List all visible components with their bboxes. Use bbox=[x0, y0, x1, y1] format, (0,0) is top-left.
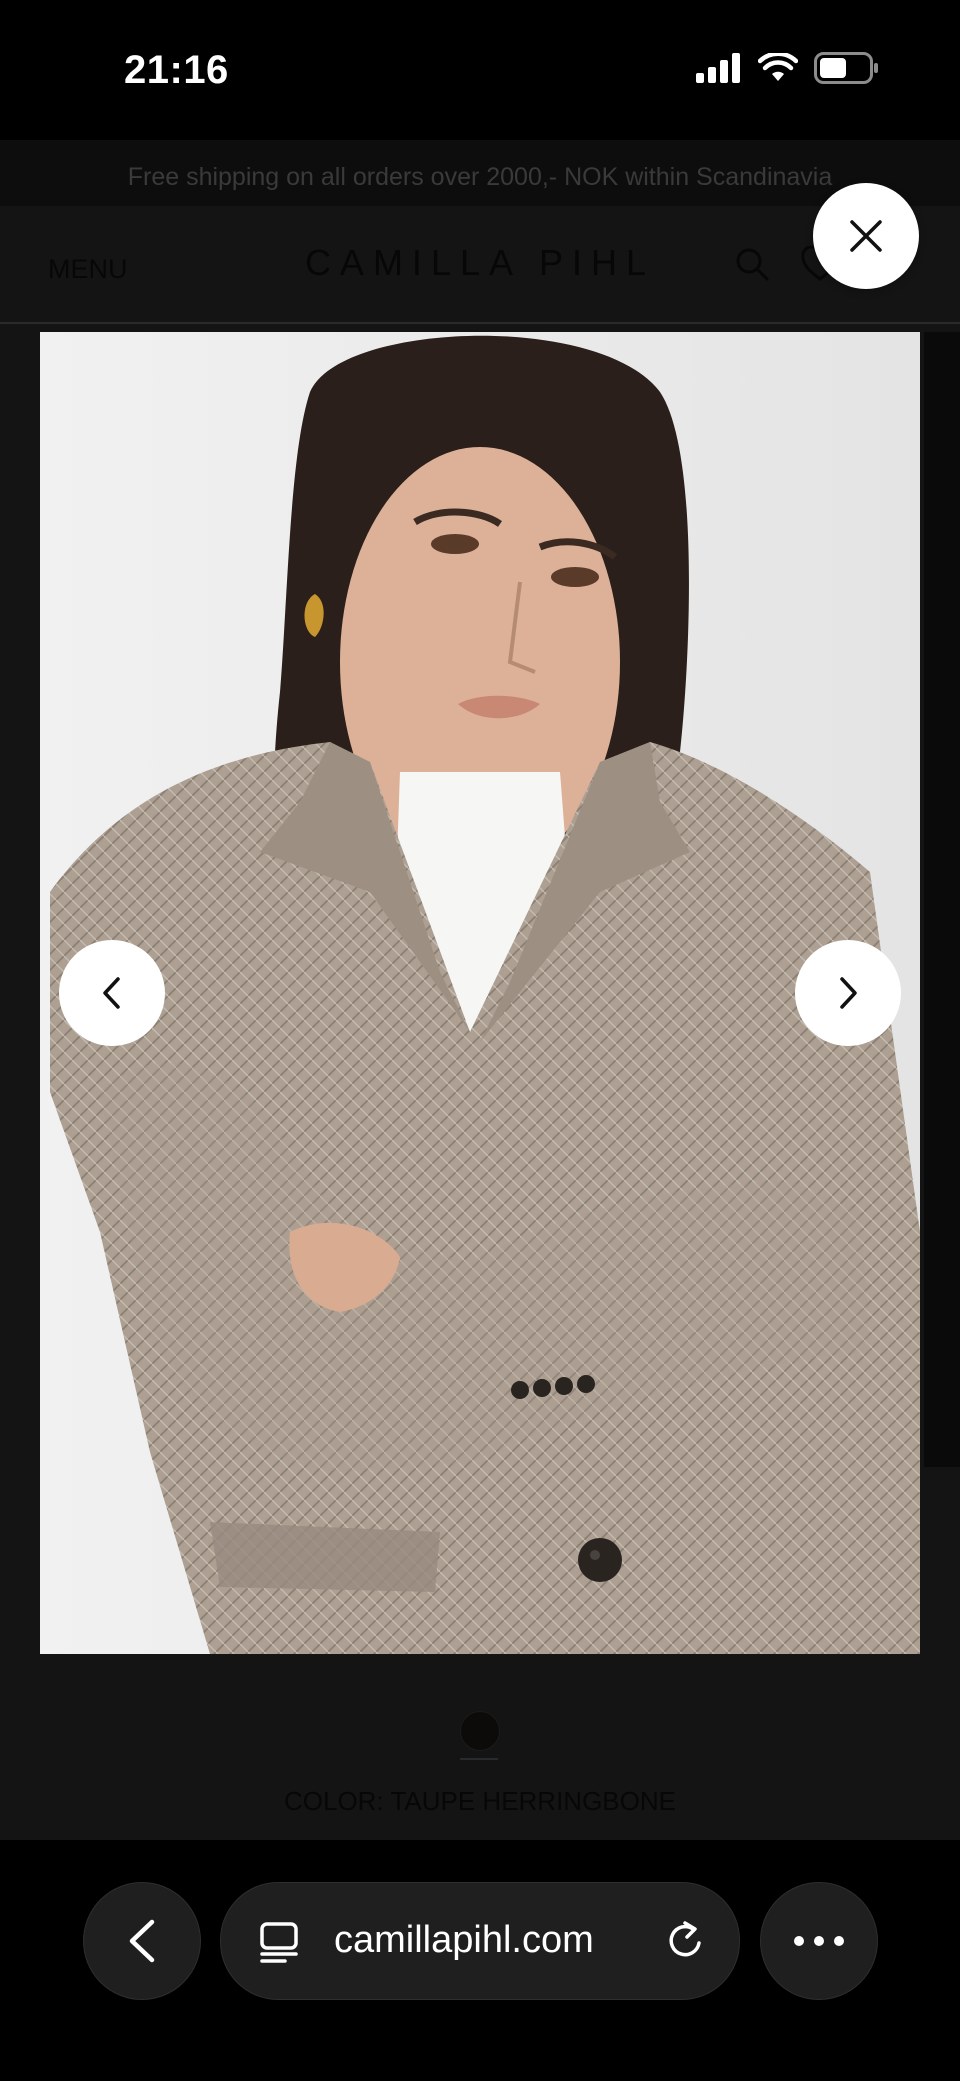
promo-bar: Free shipping on all orders over 2000,- … bbox=[0, 140, 960, 206]
reload-icon[interactable] bbox=[665, 1919, 707, 1963]
product-photo bbox=[40, 332, 920, 1654]
chevron-left-icon bbox=[103, 977, 120, 1009]
wifi-icon bbox=[758, 53, 798, 81]
cellular-signal-icon bbox=[696, 53, 740, 83]
status-time: 21:16 bbox=[124, 48, 229, 92]
address-bar[interactable]: camillapihl.com bbox=[220, 1882, 740, 2000]
chevron-right-icon bbox=[840, 977, 857, 1009]
more-icon bbox=[794, 1936, 844, 1946]
tabs-icon[interactable] bbox=[259, 1921, 299, 1963]
more-options-button[interactable] bbox=[760, 1882, 878, 2000]
status-icons bbox=[696, 52, 880, 84]
color-swatch[interactable] bbox=[460, 1711, 500, 1751]
color-label: COLOR: TAUPE HERRINGBONE bbox=[284, 1786, 676, 1816]
close-icon bbox=[850, 220, 882, 252]
browser-back-button[interactable] bbox=[83, 1882, 201, 2000]
close-button[interactable] bbox=[813, 183, 919, 289]
search-icon[interactable] bbox=[732, 244, 772, 284]
url-text[interactable]: camillapihl.com bbox=[334, 1919, 594, 1962]
next-image-peek bbox=[924, 332, 960, 1467]
swatch-underline bbox=[460, 1758, 498, 1760]
back-chevron-icon bbox=[129, 1919, 155, 1963]
product-image bbox=[40, 332, 920, 1654]
previous-image-button[interactable] bbox=[59, 940, 165, 1046]
status-bar: 21:16 bbox=[0, 0, 960, 140]
battery-icon bbox=[814, 52, 878, 84]
next-image-button[interactable] bbox=[795, 940, 901, 1046]
